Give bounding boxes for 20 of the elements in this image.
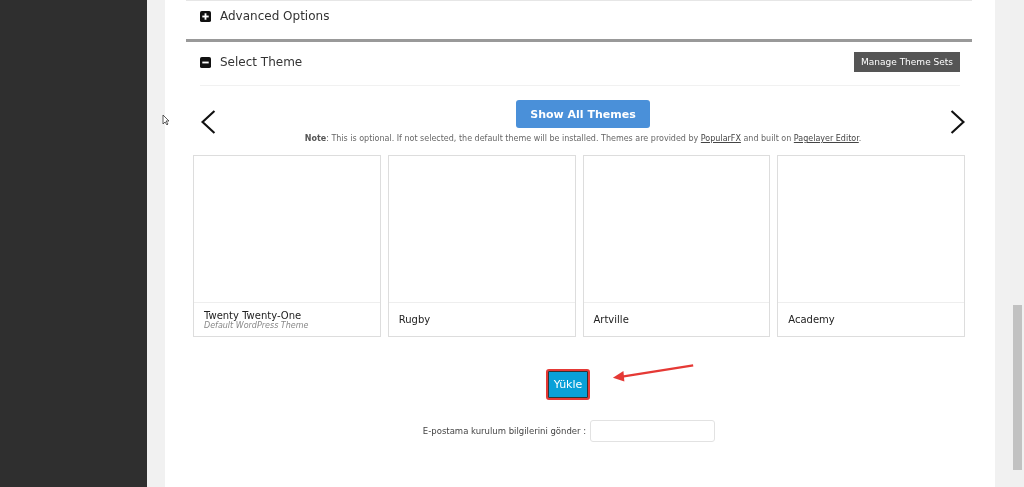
theme-name: Rugby (398, 314, 432, 325)
theme-name: Twenty Twenty-One (204, 309, 302, 321)
theme-name: Artville (593, 314, 630, 325)
theme-card[interactable]: Artville (582, 155, 771, 337)
theme-card[interactable]: Twenty Twenty-One Default WordPress Theme (193, 155, 381, 337)
link[interactable]: Pagelayer Editor (793, 134, 859, 143)
email-label: E-postama kurulum bilgilerini gönder : (422, 426, 587, 436)
theme-card[interactable]: Academy (777, 155, 965, 337)
theme-subtitle: Default WordPress Theme (204, 320, 310, 330)
collapse-icon[interactable] (200, 56, 211, 68)
section-title[interactable]: Select Theme (220, 55, 303, 69)
manage-theme-sets-button[interactable]: Manage Theme Sets (854, 52, 960, 72)
expand-icon[interactable] (200, 10, 211, 22)
scrollbar[interactable] (1010, 0, 1024, 487)
email-input-field[interactable] (590, 420, 716, 442)
note-text: Note: This is optional. If not selected, the default theme will be installed. Themes are provided by PopularFX and built on Pagelayer Editor. (304, 134, 862, 143)
theme-card[interactable]: Rugby (387, 155, 576, 337)
section-title[interactable]: Advanced Options (220, 9, 330, 23)
theme-name: Academy (788, 314, 836, 325)
link[interactable]: PopularFX (700, 134, 741, 143)
